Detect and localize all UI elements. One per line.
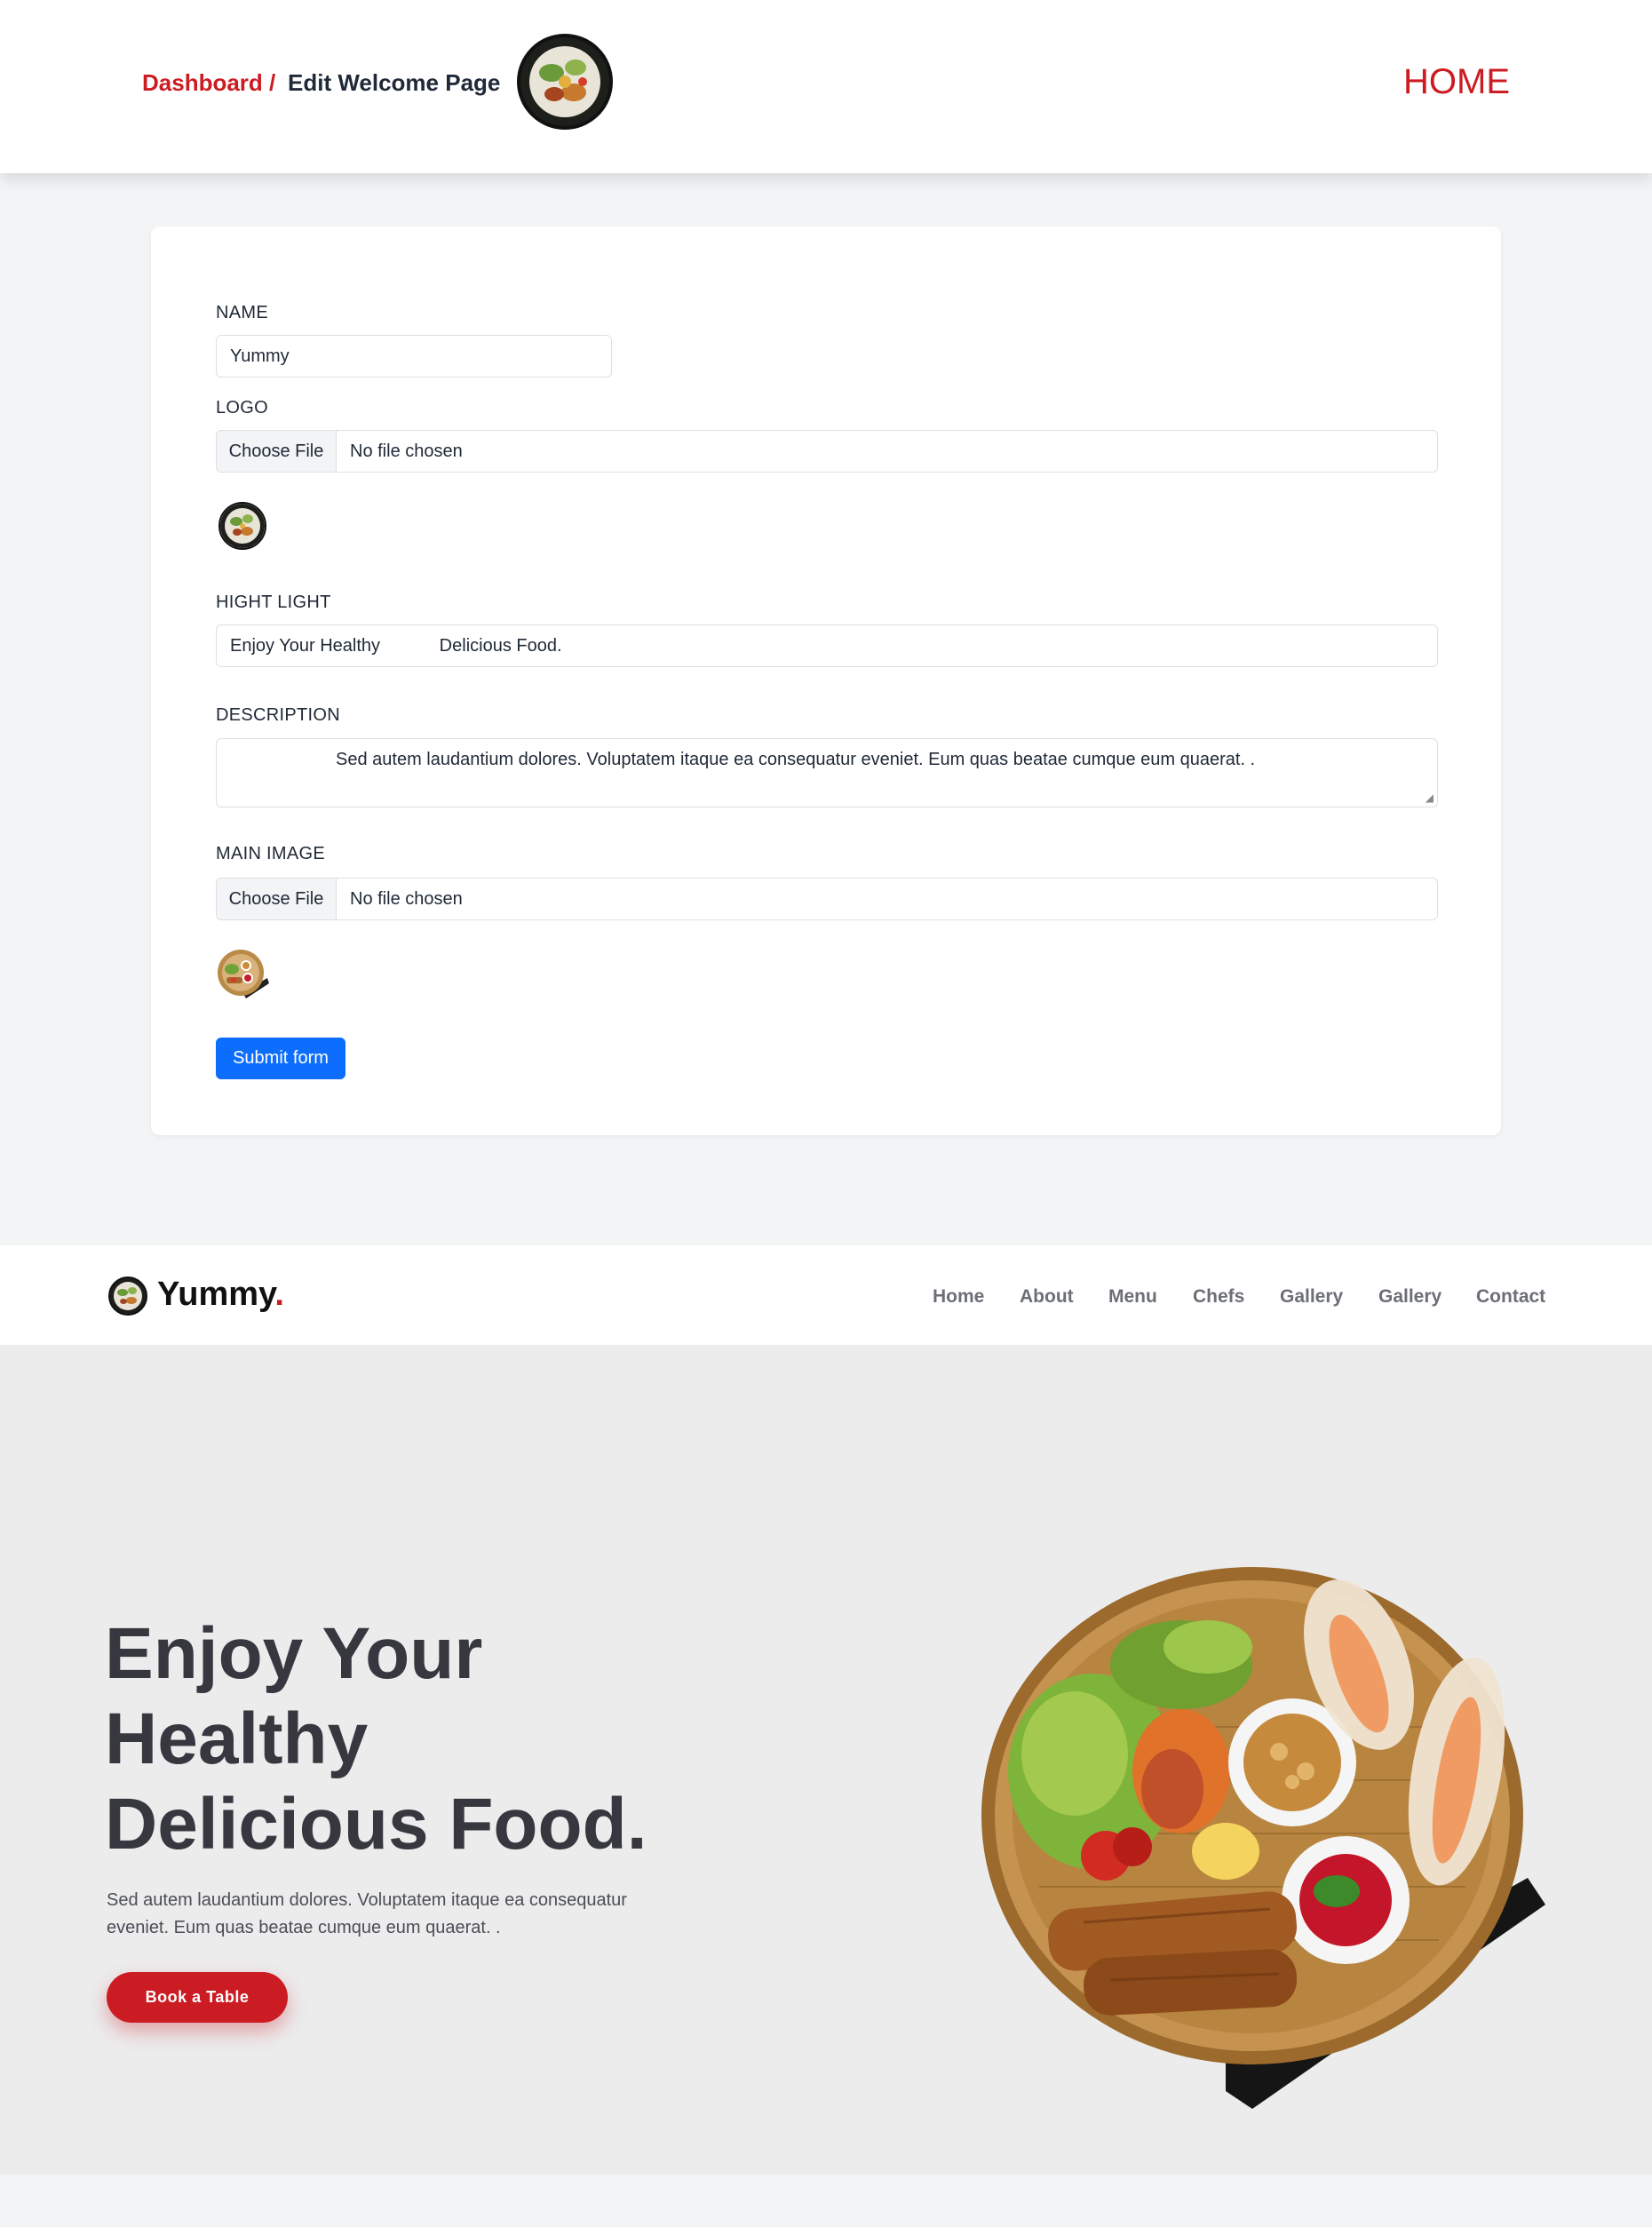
breadcrumb-dashboard-link[interactable]: Dashboard /: [142, 69, 275, 97]
logo-label: LOGO: [216, 398, 268, 418]
main-image-label: MAIN IMAGE: [216, 844, 326, 863]
description-label: DESCRIPTION: [216, 705, 340, 725]
hero-food-basket-image: [959, 1549, 1554, 2109]
nav-menu[interactable]: Menu: [1108, 1286, 1157, 1308]
hero-title-line-1: Enjoy Your: [105, 1613, 483, 1694]
nav-about[interactable]: About: [1020, 1286, 1074, 1308]
breadcrumb-current: Edit Welcome Page: [288, 69, 501, 96]
highlight-input[interactable]: Enjoy Your Healthy Delicious Food.: [216, 624, 1438, 667]
main-image-preview: [216, 948, 271, 999]
site-preview-navbar: Yummy. Home About Menu Chefs Gallery Gal…: [0, 1245, 1652, 1345]
hero-title-line-3: Delicious Food.: [105, 1784, 647, 1865]
logo-preview-image: [218, 502, 266, 550]
brand-text: Yummy: [157, 1276, 275, 1313]
logo-choose-file-button[interactable]: Choose File: [217, 431, 337, 472]
resize-grip-icon[interactable]: ◢: [1426, 791, 1434, 804]
brand-name[interactable]: Yummy.: [157, 1276, 284, 1314]
site-logo-icon: [517, 34, 613, 130]
home-link[interactable]: HOME: [1403, 62, 1510, 102]
brand-dot: .: [274, 1276, 284, 1313]
main-image-choose-file-button[interactable]: Choose File: [217, 879, 337, 919]
name-label: NAME: [216, 303, 268, 322]
nav-gallery[interactable]: Gallery: [1280, 1286, 1343, 1308]
nav-gallery-2[interactable]: Gallery: [1378, 1286, 1442, 1308]
hero-description: Sed autem laudantium dolores. Voluptatem…: [107, 1890, 627, 1937]
hero-title: Enjoy Your Healthy Delicious Food.: [105, 1611, 727, 1867]
name-input[interactable]: Yummy: [216, 335, 612, 378]
nav-chefs[interactable]: Chefs: [1193, 1286, 1244, 1308]
hero-title-line-2: Healthy: [105, 1698, 369, 1779]
description-text: Sed autem laudantium dolores. Voluptatem…: [336, 750, 1256, 769]
description-textarea[interactable]: Sed autem laudantium dolores. Voluptatem…: [216, 738, 1438, 807]
hero-section: Enjoy Your Healthy Delicious Food. Sed a…: [0, 1345, 1652, 2175]
book-a-table-button[interactable]: Book a Table: [107, 1972, 288, 2023]
logo-file-input[interactable]: Choose File No file chosen: [216, 430, 1438, 473]
brand-logo-icon[interactable]: [108, 1277, 147, 1316]
main-image-file-status: No file chosen: [350, 888, 463, 909]
admin-header: Dashboard / Edit Welcome Page HOME: [0, 0, 1652, 173]
nav-home[interactable]: Home: [933, 1286, 984, 1308]
edit-welcome-form: NAME Yummy LOGO Choose File No file chos…: [151, 227, 1501, 1135]
nav-contact[interactable]: Contact: [1476, 1286, 1545, 1308]
submit-form-button[interactable]: Submit form: [216, 1038, 345, 1079]
highlight-label: HIGHT LIGHT: [216, 593, 331, 612]
logo-file-status: No file chosen: [350, 441, 463, 461]
main-image-file-input[interactable]: Choose File No file chosen: [216, 878, 1438, 920]
